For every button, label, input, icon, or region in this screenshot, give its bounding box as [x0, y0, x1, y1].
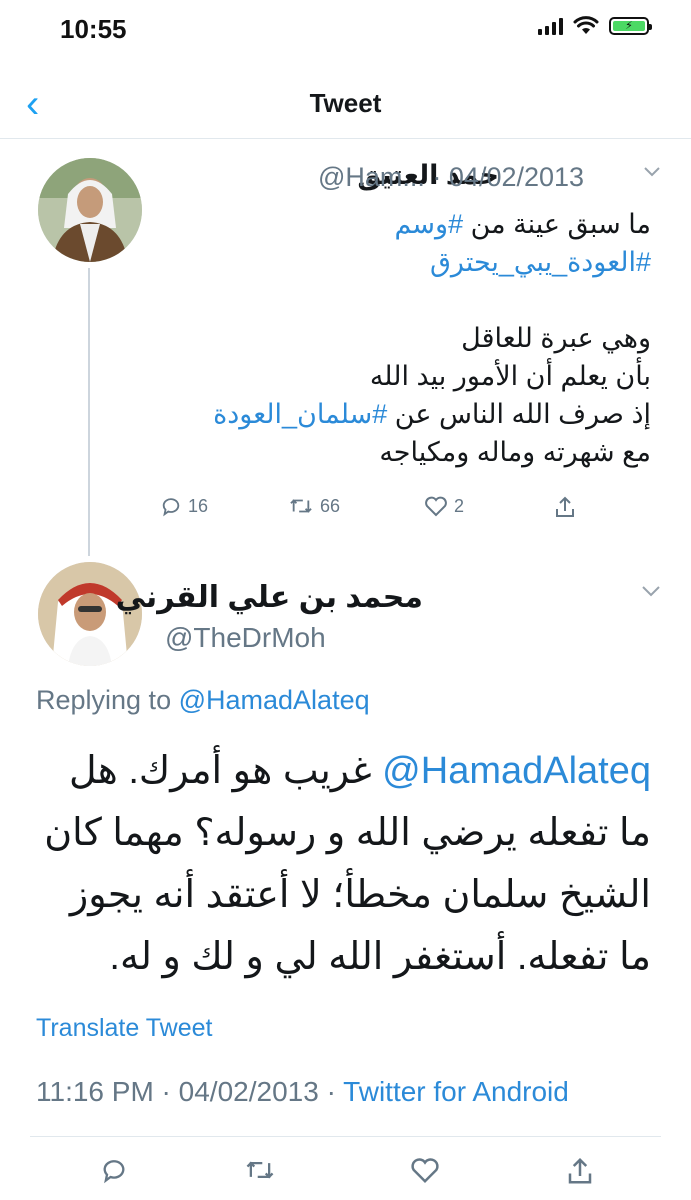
reply-button[interactable]: 16 [160, 495, 208, 517]
header-divider [0, 138, 691, 139]
heart-icon [425, 496, 447, 517]
chevron-down-icon[interactable] [641, 585, 661, 598]
divider [30, 1136, 661, 1137]
mention-link[interactable]: @HamadAlateq [382, 750, 651, 792]
tweet-text-line: مع شهرته وماله ومكياجه [379, 437, 651, 467]
status-icons: ⚡ [538, 16, 652, 36]
status-time: 10:55 [60, 14, 127, 44]
share-icon [556, 496, 574, 517]
like-count: 2 [454, 495, 465, 516]
reply-count: 16 [188, 495, 209, 516]
replying-to: Replying to @HamadAlateq [36, 685, 370, 716]
tweet-text-line: إذ صرف الله الناس عن [387, 399, 651, 429]
hashtag-link[interactable]: #العودة_يبي_يحترق [430, 247, 651, 277]
retweet-icon [290, 499, 312, 513]
like-button[interactable] [410, 1156, 440, 1184]
retweet-icon [246, 1161, 274, 1179]
thread-line [88, 268, 90, 556]
reply-icon [162, 498, 180, 517]
share-button[interactable] [554, 495, 576, 519]
charging-battery-icon: ⚡ [609, 17, 652, 35]
author-name[interactable]: محمد بن علي القرني [116, 580, 423, 615]
retweet-count: 66 [320, 495, 341, 516]
timestamp: 11:16 PM · 04/02/2013 · [36, 1076, 344, 1107]
mention-link[interactable]: @HamadAlateq [179, 685, 370, 715]
signal-icon [538, 17, 563, 35]
tweet-text-line: وهي عبرة للعاقل [461, 323, 651, 353]
replying-label: Replying to [36, 685, 179, 715]
page-title: Tweet [309, 88, 382, 118]
tweet-text-line: بأن يعلم أن الأمور بيد الله [369, 361, 651, 391]
hashtag-link[interactable]: #وسم [394, 209, 463, 239]
hashtag-link[interactable]: #سلمان_العودة [213, 399, 387, 429]
wifi-icon [573, 16, 599, 34]
retweet-button[interactable]: 66 [288, 495, 340, 517]
reply-icon [103, 1160, 125, 1184]
share-icon [568, 1157, 592, 1184]
chevron-down-icon[interactable] [643, 166, 661, 178]
tweet-meta: 11:16 PM · 04/02/2013 · Twitter for Andr… [36, 1076, 569, 1108]
retweet-button[interactable] [244, 1156, 276, 1184]
translate-tweet-link[interactable]: Translate Tweet [36, 1014, 212, 1043]
heart-icon [411, 1158, 439, 1184]
tweet-text: @HamadAlateq غريب هو أمرك. هل ما تفعله ي… [31, 740, 651, 988]
share-button[interactable] [566, 1156, 594, 1186]
author-handle[interactable]: @TheDrMoh [165, 622, 326, 654]
avatar[interactable] [38, 158, 142, 262]
tweet-text-line: ما سبق عينة من [463, 209, 651, 239]
like-button[interactable]: 2 [424, 495, 464, 517]
source-link[interactable]: Twitter for Android [343, 1076, 569, 1107]
tweet-text: ما سبق عينة من #وسم #العودة_يبي_يحترق وه… [181, 205, 651, 471]
author-handle-date: @Ham... · 04/02/2013 [318, 162, 585, 192]
reply-button[interactable] [100, 1156, 128, 1184]
